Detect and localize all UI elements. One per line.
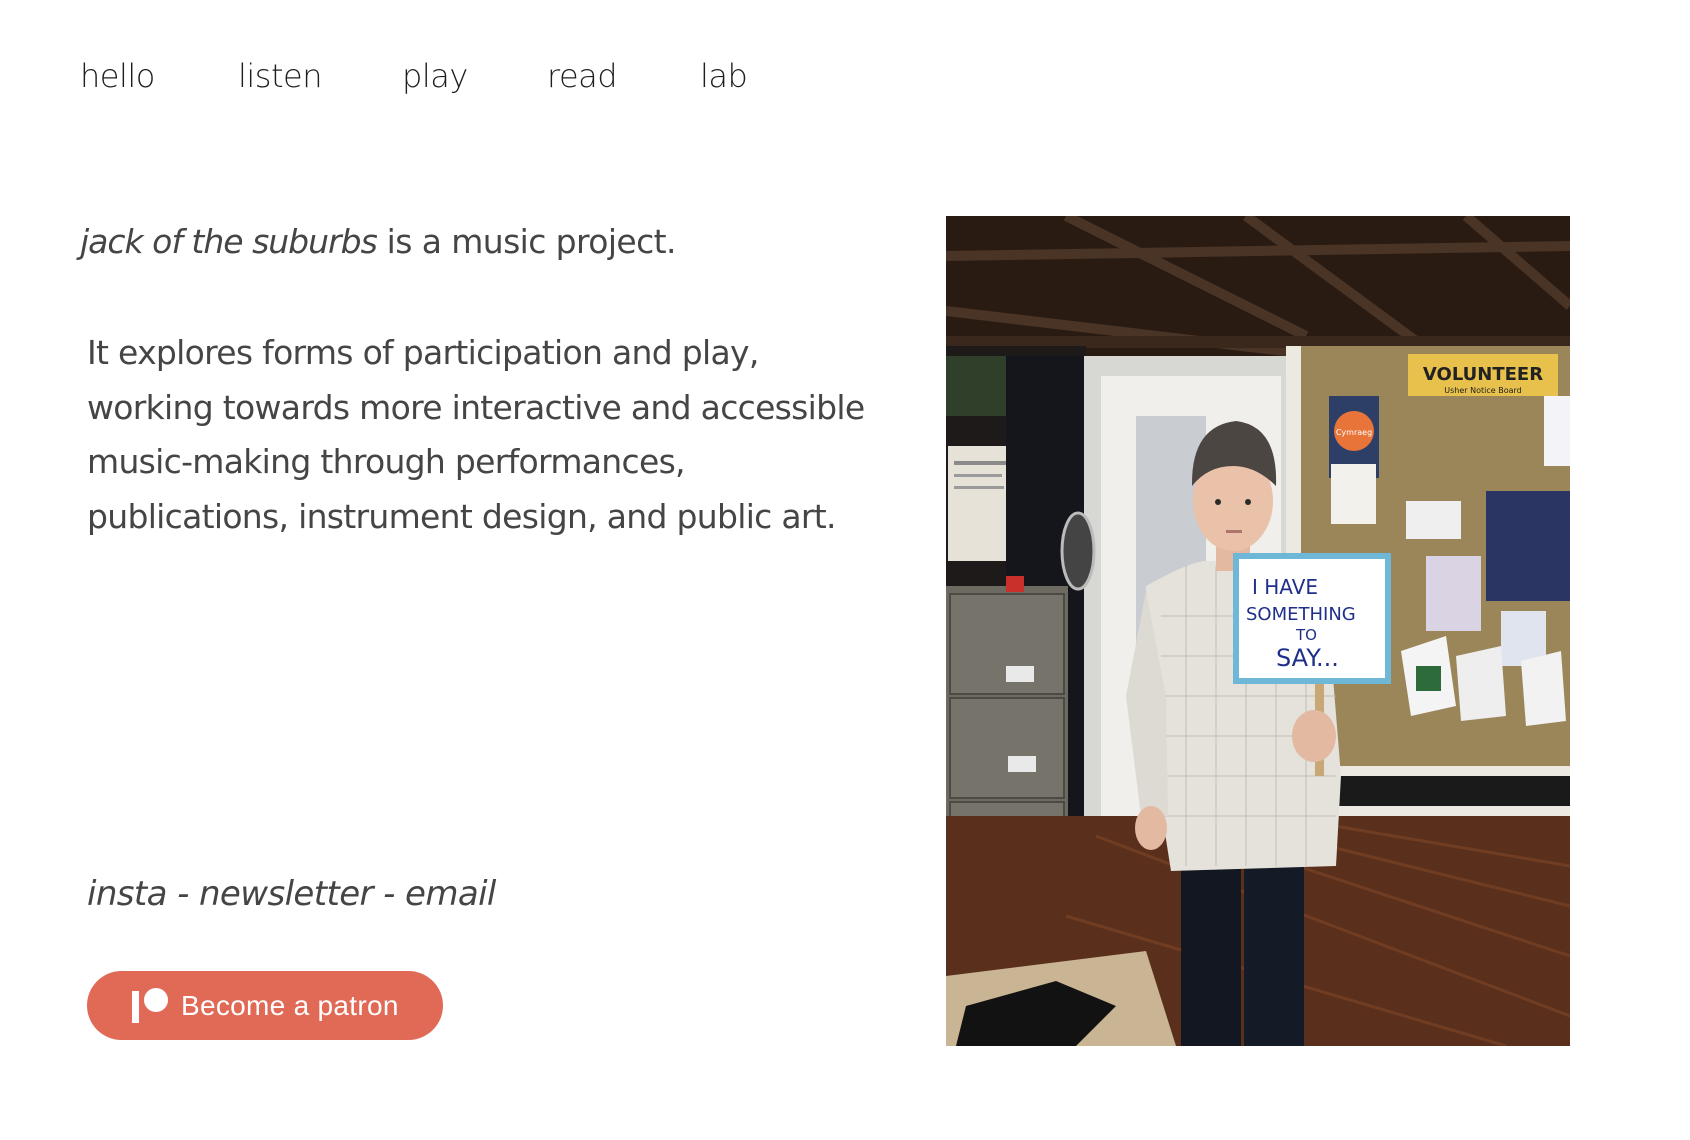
nav-read[interactable]: read: [547, 57, 618, 95]
insta-link[interactable]: insta: [87, 874, 167, 914]
sign-line-3: TO: [1295, 626, 1317, 644]
board-subtitle: Usher Notice Board: [1444, 386, 1521, 395]
page: hello listen play read lab jack of the s…: [0, 0, 1690, 1140]
email-link[interactable]: email: [405, 874, 496, 914]
sign-line-2: SOMETHING: [1246, 604, 1356, 625]
description-line: publications, instrument design, and pub…: [87, 496, 837, 536]
hero-photo: VOLUNTEER Usher Notice Board Cymraeg I H…: [946, 216, 1570, 1046]
patron-button-label: Become a patron: [181, 989, 399, 1021]
description-line: working towards more interactive and acc…: [87, 387, 865, 427]
project-description: It explores forms of participation and p…: [87, 326, 865, 544]
board-title: VOLUNTEER: [1423, 364, 1543, 385]
description-line: It explores forms of participation and p…: [87, 333, 759, 372]
patreon-logo-icon: [132, 987, 168, 1024]
social-links: insta - newsletter - email: [87, 874, 496, 914]
description-line: music-making through performances,: [87, 442, 686, 481]
nav-play[interactable]: play: [402, 57, 468, 95]
intro-line: jack of the suburbs is a music project.: [80, 218, 780, 266]
sign-line-4: SAY...: [1276, 644, 1339, 672]
nav-hello[interactable]: hello: [80, 57, 155, 95]
nav-lab[interactable]: lab: [700, 57, 748, 95]
project-name: jack of the suburbs: [80, 222, 378, 261]
become-patron-button[interactable]: Become a patron: [87, 971, 443, 1040]
poster-text: Cymraeg: [1336, 428, 1372, 437]
intro-tagline: is a music project.: [376, 222, 677, 261]
link-separator: -: [166, 874, 199, 914]
newsletter-link[interactable]: newsletter: [199, 874, 374, 914]
nav-listen[interactable]: listen: [238, 57, 322, 95]
sign-line-1: I HAVE: [1252, 575, 1318, 599]
link-separator: -: [372, 874, 405, 914]
